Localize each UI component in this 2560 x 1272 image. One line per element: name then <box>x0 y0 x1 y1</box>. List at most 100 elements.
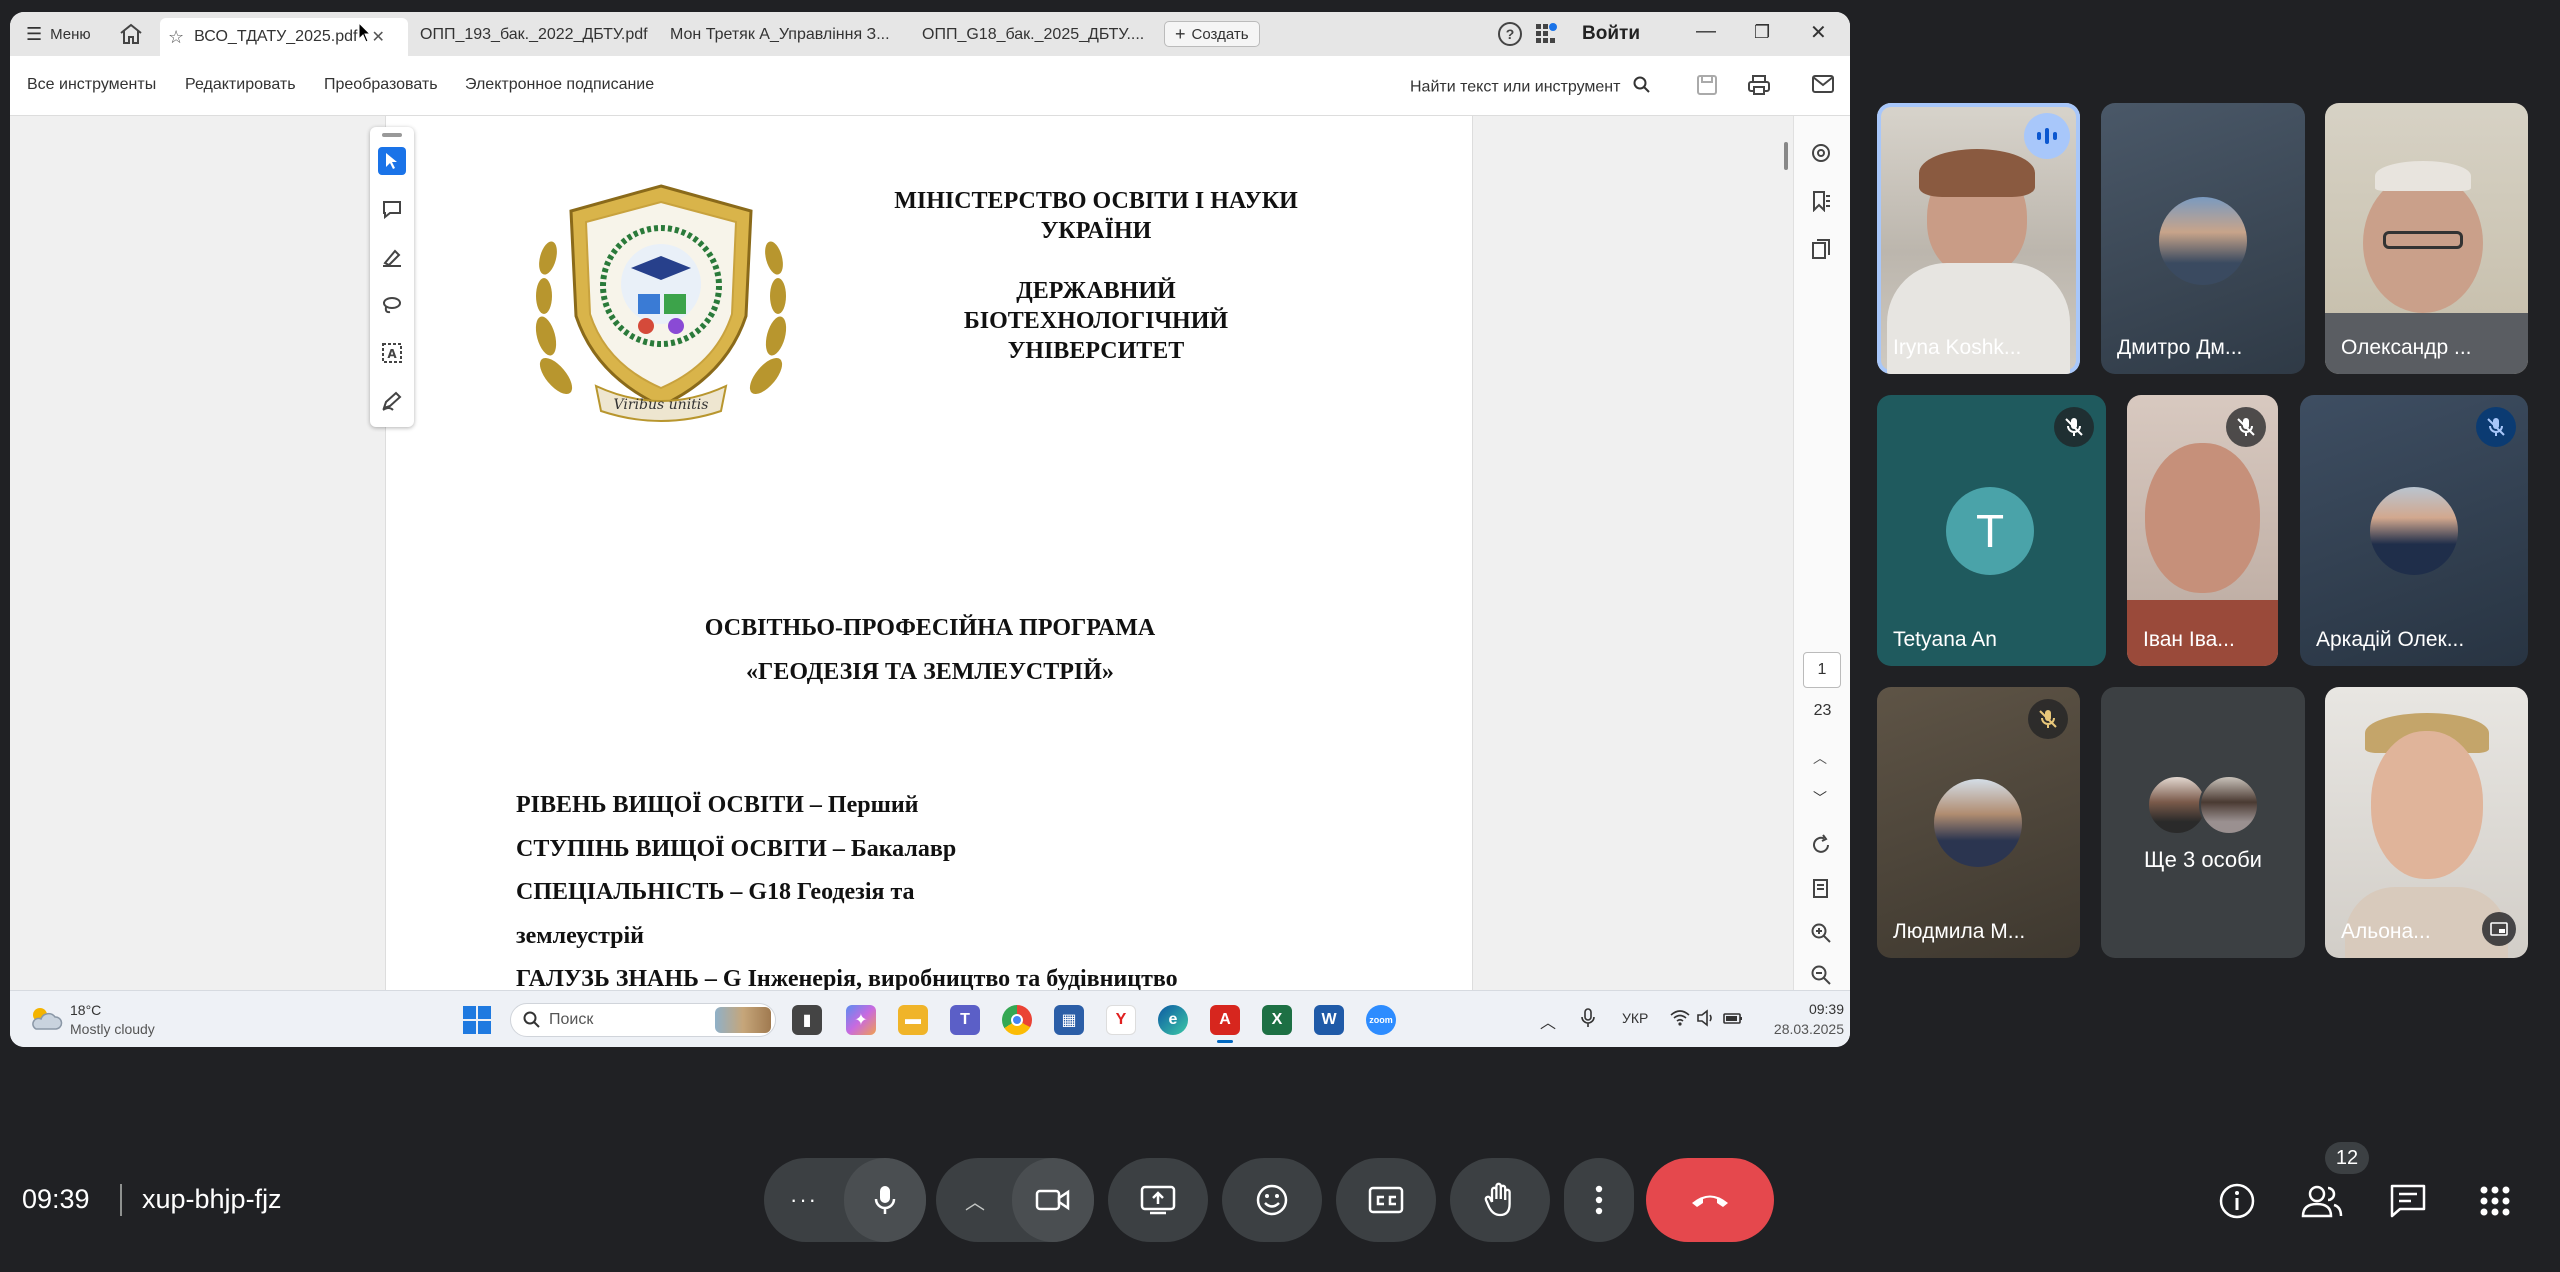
highlighter-icon[interactable] <box>378 243 406 271</box>
search-icon <box>523 1011 541 1029</box>
ai-assistant-icon[interactable] <box>1810 142 1832 169</box>
participant-tile-oleksandr[interactable]: Олександр ... <box>2325 103 2528 374</box>
closed-captions-icon <box>1368 1186 1404 1214</box>
video-options-chevron-up-icon[interactable]: ︿ <box>936 1158 1014 1242</box>
word-icon[interactable]: W <box>1314 1005 1344 1035</box>
people-button[interactable] <box>2297 1176 2347 1226</box>
activities-button[interactable] <box>2470 1176 2520 1226</box>
more-options-button[interactable] <box>1564 1158 1634 1242</box>
close-window-icon[interactable]: ✕ <box>1810 20 1827 45</box>
sign-pen-icon[interactable] <box>378 387 406 415</box>
battery-icon[interactable] <box>1722 1009 1744 1032</box>
taskbar-search[interactable]: Поиск <box>510 1003 776 1037</box>
edit-menu[interactable]: Редактировать <box>185 76 296 94</box>
all-tools-menu[interactable]: Все инструменты <box>27 76 156 94</box>
participant-tile-more[interactable]: Ще 3 особи <box>2101 687 2305 958</box>
zoom-out-icon[interactable] <box>1810 964 1832 991</box>
participant-tile-arkadii[interactable]: Аркадій Олек... <box>2300 395 2528 666</box>
next-page-icon[interactable]: ﹀ <box>1813 788 1827 808</box>
meeting-details-button[interactable] <box>2212 1176 2262 1226</box>
comment-icon[interactable] <box>378 195 406 223</box>
microphone-button[interactable] <box>844 1158 926 1242</box>
chrome-icon[interactable] <box>1002 1005 1032 1035</box>
restore-icon[interactable]: ❐ <box>1754 22 1770 43</box>
zoom-icon[interactable]: zoom <box>1366 1005 1396 1035</box>
prev-page-icon[interactable]: ︿ <box>1813 748 1827 768</box>
e-sign-menu[interactable]: Электронное подписание <box>465 76 654 94</box>
file-explorer-icon[interactable]: ▬ <box>898 1005 928 1035</box>
language-indicator[interactable]: УКР <box>1622 1010 1648 1026</box>
video-person-hair <box>2375 161 2471 191</box>
windows-start-icon[interactable] <box>462 1005 492 1040</box>
microphone-tray-icon[interactable] <box>1580 1007 1596 1034</box>
taskbar-time[interactable]: 09:39 <box>1760 1001 1844 1017</box>
reactions-button[interactable] <box>1222 1158 1322 1242</box>
vertical-scrollbar[interactable] <box>1784 142 1788 170</box>
help-icon[interactable]: ? <box>1498 22 1522 46</box>
captions-button[interactable] <box>1336 1158 1436 1242</box>
sign-in-button[interactable]: Войти <box>1582 23 1640 45</box>
menu-button[interactable]: ☰ Меню <box>26 24 91 45</box>
leave-call-button[interactable] <box>1646 1158 1774 1242</box>
acrobat-icon[interactable]: A <box>1210 1005 1240 1035</box>
email-icon[interactable] <box>1812 75 1834 98</box>
apps-grid-icon[interactable] <box>1534 22 1558 46</box>
current-page-input[interactable]: 1 <box>1803 652 1841 688</box>
select-cursor-icon[interactable] <box>378 147 406 175</box>
minimize-icon[interactable]: — <box>1696 20 1716 43</box>
mic-off-icon <box>2226 407 2266 447</box>
store-icon[interactable]: ▦ <box>1054 1005 1084 1035</box>
tab-opp-193[interactable]: ОПП_193_бак._2022_ДБТУ.pdf <box>420 20 660 50</box>
vertical-dots-icon <box>1595 1185 1603 1215</box>
mic-off-icon <box>2476 407 2516 447</box>
tab-mon-tretiak[interactable]: Мон Третяк А_Управління З... <box>670 20 910 50</box>
participant-name: Iryna Koshk... <box>1893 336 2022 359</box>
camera-button[interactable] <box>1012 1158 1094 1242</box>
bookmark-icon[interactable] <box>1810 190 1832 217</box>
audio-options-button[interactable]: ··· <box>764 1158 844 1242</box>
star-icon[interactable]: ☆ <box>168 27 184 48</box>
apps-grid-icon <box>2479 1185 2511 1217</box>
participant-tile-alona[interactable]: Альона... <box>2325 687 2528 958</box>
microphone-icon <box>873 1184 897 1216</box>
picture-in-picture-icon[interactable] <box>2482 912 2516 946</box>
zoom-in-icon[interactable] <box>1810 922 1832 949</box>
convert-menu[interactable]: Преобразовать <box>324 76 438 94</box>
rotate-icon[interactable] <box>1810 834 1832 861</box>
find-text-tool[interactable]: Найти текст или инструмент <box>1410 76 1651 99</box>
save-icon[interactable] <box>1696 74 1718 101</box>
home-icon[interactable] <box>118 22 144 46</box>
copilot-icon[interactable]: ✦ <box>846 1005 876 1035</box>
draw-lasso-icon[interactable] <box>378 291 406 319</box>
drag-handle[interactable] <box>382 133 402 137</box>
raise-hand-button[interactable] <box>1450 1158 1550 1242</box>
pages-icon[interactable] <box>1810 238 1832 265</box>
participant-tile-iryna[interactable]: Iryna Koshk... <box>1877 103 2080 374</box>
edge-icon[interactable]: e <box>1158 1005 1188 1035</box>
yandex-icon[interactable]: Y <box>1106 1005 1136 1035</box>
taskbar-date[interactable]: 28.03.2025 <box>1748 1021 1844 1037</box>
chat-button[interactable] <box>2383 1176 2433 1226</box>
create-tab-button[interactable]: + Создать <box>1164 21 1260 47</box>
text-box-icon[interactable]: A <box>378 339 406 367</box>
teams-icon[interactable]: T <box>950 1005 980 1035</box>
speaker-icon[interactable] <box>1696 1009 1716 1032</box>
wifi-icon[interactable] <box>1670 1009 1690 1032</box>
windows-taskbar: 18°C Mostly cloudy Поиск ▮ ✦ ▬ T ▦ Y e A… <box>10 990 1850 1047</box>
chevron-up-icon[interactable]: ︿ <box>1540 1009 1556 1033</box>
video-control-group: ︿ <box>936 1158 1094 1242</box>
hand-icon <box>1483 1182 1517 1218</box>
participant-name: Людмила М... <box>1893 920 2026 943</box>
participant-tile-tetyana[interactable]: T Tetyana An <box>1877 395 2106 666</box>
tab-opp-g18[interactable]: ОПП_G18_бак._2025_ДБТУ.... <box>922 20 1162 50</box>
quick-tools-palette: A <box>370 127 414 427</box>
participant-tile-liudmyla[interactable]: Людмила М... <box>1877 687 2080 958</box>
participant-tile-ivan[interactable]: Іван Іва... <box>2127 395 2278 666</box>
task-view-icon[interactable]: ▮ <box>792 1005 822 1035</box>
cloud-icon[interactable] <box>28 1005 64 1038</box>
participant-tile-dmytro[interactable]: Дмитро Дм... <box>2101 103 2305 374</box>
excel-icon[interactable]: X <box>1262 1005 1292 1035</box>
page-display-icon[interactable] <box>1810 878 1832 905</box>
present-screen-button[interactable] <box>1108 1158 1208 1242</box>
print-icon[interactable] <box>1747 74 1771 101</box>
